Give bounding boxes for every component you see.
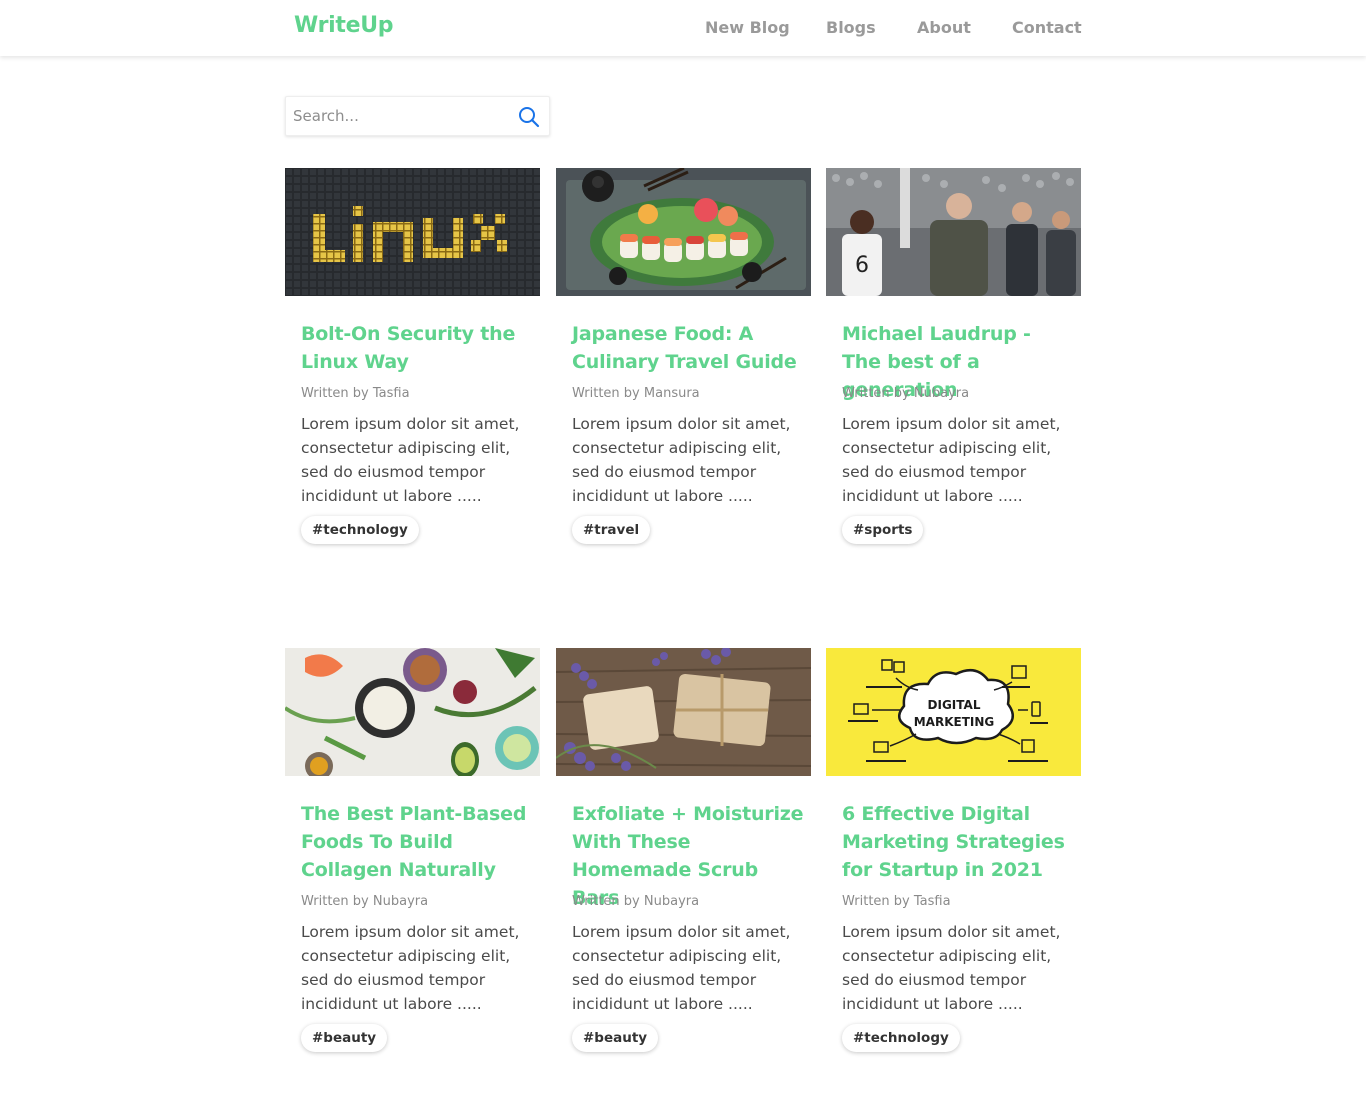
nav-links: New Blog Blogs About Contact xyxy=(0,18,1366,40)
author-name: Nubayra xyxy=(372,894,429,909)
tag-badge[interactable]: #technology xyxy=(842,1024,960,1052)
author-name: Tasfia xyxy=(913,894,951,909)
search-input[interactable] xyxy=(286,97,511,135)
card-author: Written by Nubayra xyxy=(301,894,428,909)
card-author: Written by Nubayra xyxy=(842,386,969,401)
card-title[interactable]: 6 Effective Digital Marketing Strategies… xyxy=(842,800,1074,884)
image-text-digital: DIGITAL xyxy=(928,698,981,712)
author-name: Mansura xyxy=(643,386,700,401)
written-by-label: Written by xyxy=(301,894,369,909)
written-by-label: Written by xyxy=(572,894,640,909)
author-name: Nubayra xyxy=(643,894,700,909)
linux-image[interactable] xyxy=(285,168,540,296)
plant-foods-image[interactable] xyxy=(285,648,540,776)
nav-about-link[interactable]: About xyxy=(917,18,971,37)
soap-lavender-image[interactable] xyxy=(556,648,811,776)
card-title[interactable]: Japanese Food: A Culinary Travel Guide xyxy=(572,320,804,376)
card-title[interactable]: The Best Plant-Based Foods To Build Coll… xyxy=(301,800,533,884)
card-excerpt: Lorem ipsum dolor sit amet, consectetur … xyxy=(842,923,1061,1013)
card-excerpt: Lorem ipsum dolor sit amet, consectetur … xyxy=(301,415,520,505)
card-excerpt: Lorem ipsum dolor sit amet, consectetur … xyxy=(301,923,520,1013)
author-name: Tasfia xyxy=(372,386,410,401)
card-excerpt: Lorem ipsum dolor sit amet, consectetur … xyxy=(572,415,791,505)
card-author: Written by Tasfia xyxy=(842,894,951,909)
image-text-marketing: MARKETING xyxy=(914,715,995,729)
written-by-label: Written by xyxy=(842,894,910,909)
tag-badge[interactable]: #sports xyxy=(842,516,924,544)
tag-badge[interactable]: #beauty xyxy=(301,1024,388,1052)
written-by-label: Written by xyxy=(842,386,910,401)
top-navbar: WriteUp New Blog Blogs About Contact xyxy=(0,0,1366,56)
card-author: Written by Tasfia xyxy=(301,386,410,401)
search-icon[interactable] xyxy=(517,105,541,129)
card-excerpt: Lorem ipsum dolor sit amet, consectetur … xyxy=(572,923,791,1013)
tag-badge[interactable]: #travel xyxy=(572,516,651,544)
author-name: Nubayra xyxy=(913,386,970,401)
written-by-label: Written by xyxy=(301,386,369,401)
nav-new-blog-link[interactable]: New Blog xyxy=(705,18,790,37)
sushi-image[interactable] xyxy=(556,168,811,296)
card-author: Written by Nubayra xyxy=(572,894,699,909)
card-excerpt: Lorem ipsum dolor sit amet, consectetur … xyxy=(842,415,1061,505)
svg-text:6: 6 xyxy=(855,253,869,278)
football-image[interactable]: 6 xyxy=(826,168,1081,296)
card-author: Written by Mansura xyxy=(572,386,700,401)
tag-badge[interactable]: #technology xyxy=(301,516,419,544)
card-title[interactable]: Bolt-On Security the Linux Way xyxy=(301,320,533,376)
tag-badge[interactable]: #beauty xyxy=(572,1024,659,1052)
digital-marketing-image[interactable]: DIGITAL MARKETING xyxy=(826,648,1081,776)
nav-blogs-link[interactable]: Blogs xyxy=(826,18,876,37)
search-box xyxy=(285,96,550,136)
written-by-label: Written by xyxy=(572,386,640,401)
nav-contact-link[interactable]: Contact xyxy=(1012,18,1082,37)
